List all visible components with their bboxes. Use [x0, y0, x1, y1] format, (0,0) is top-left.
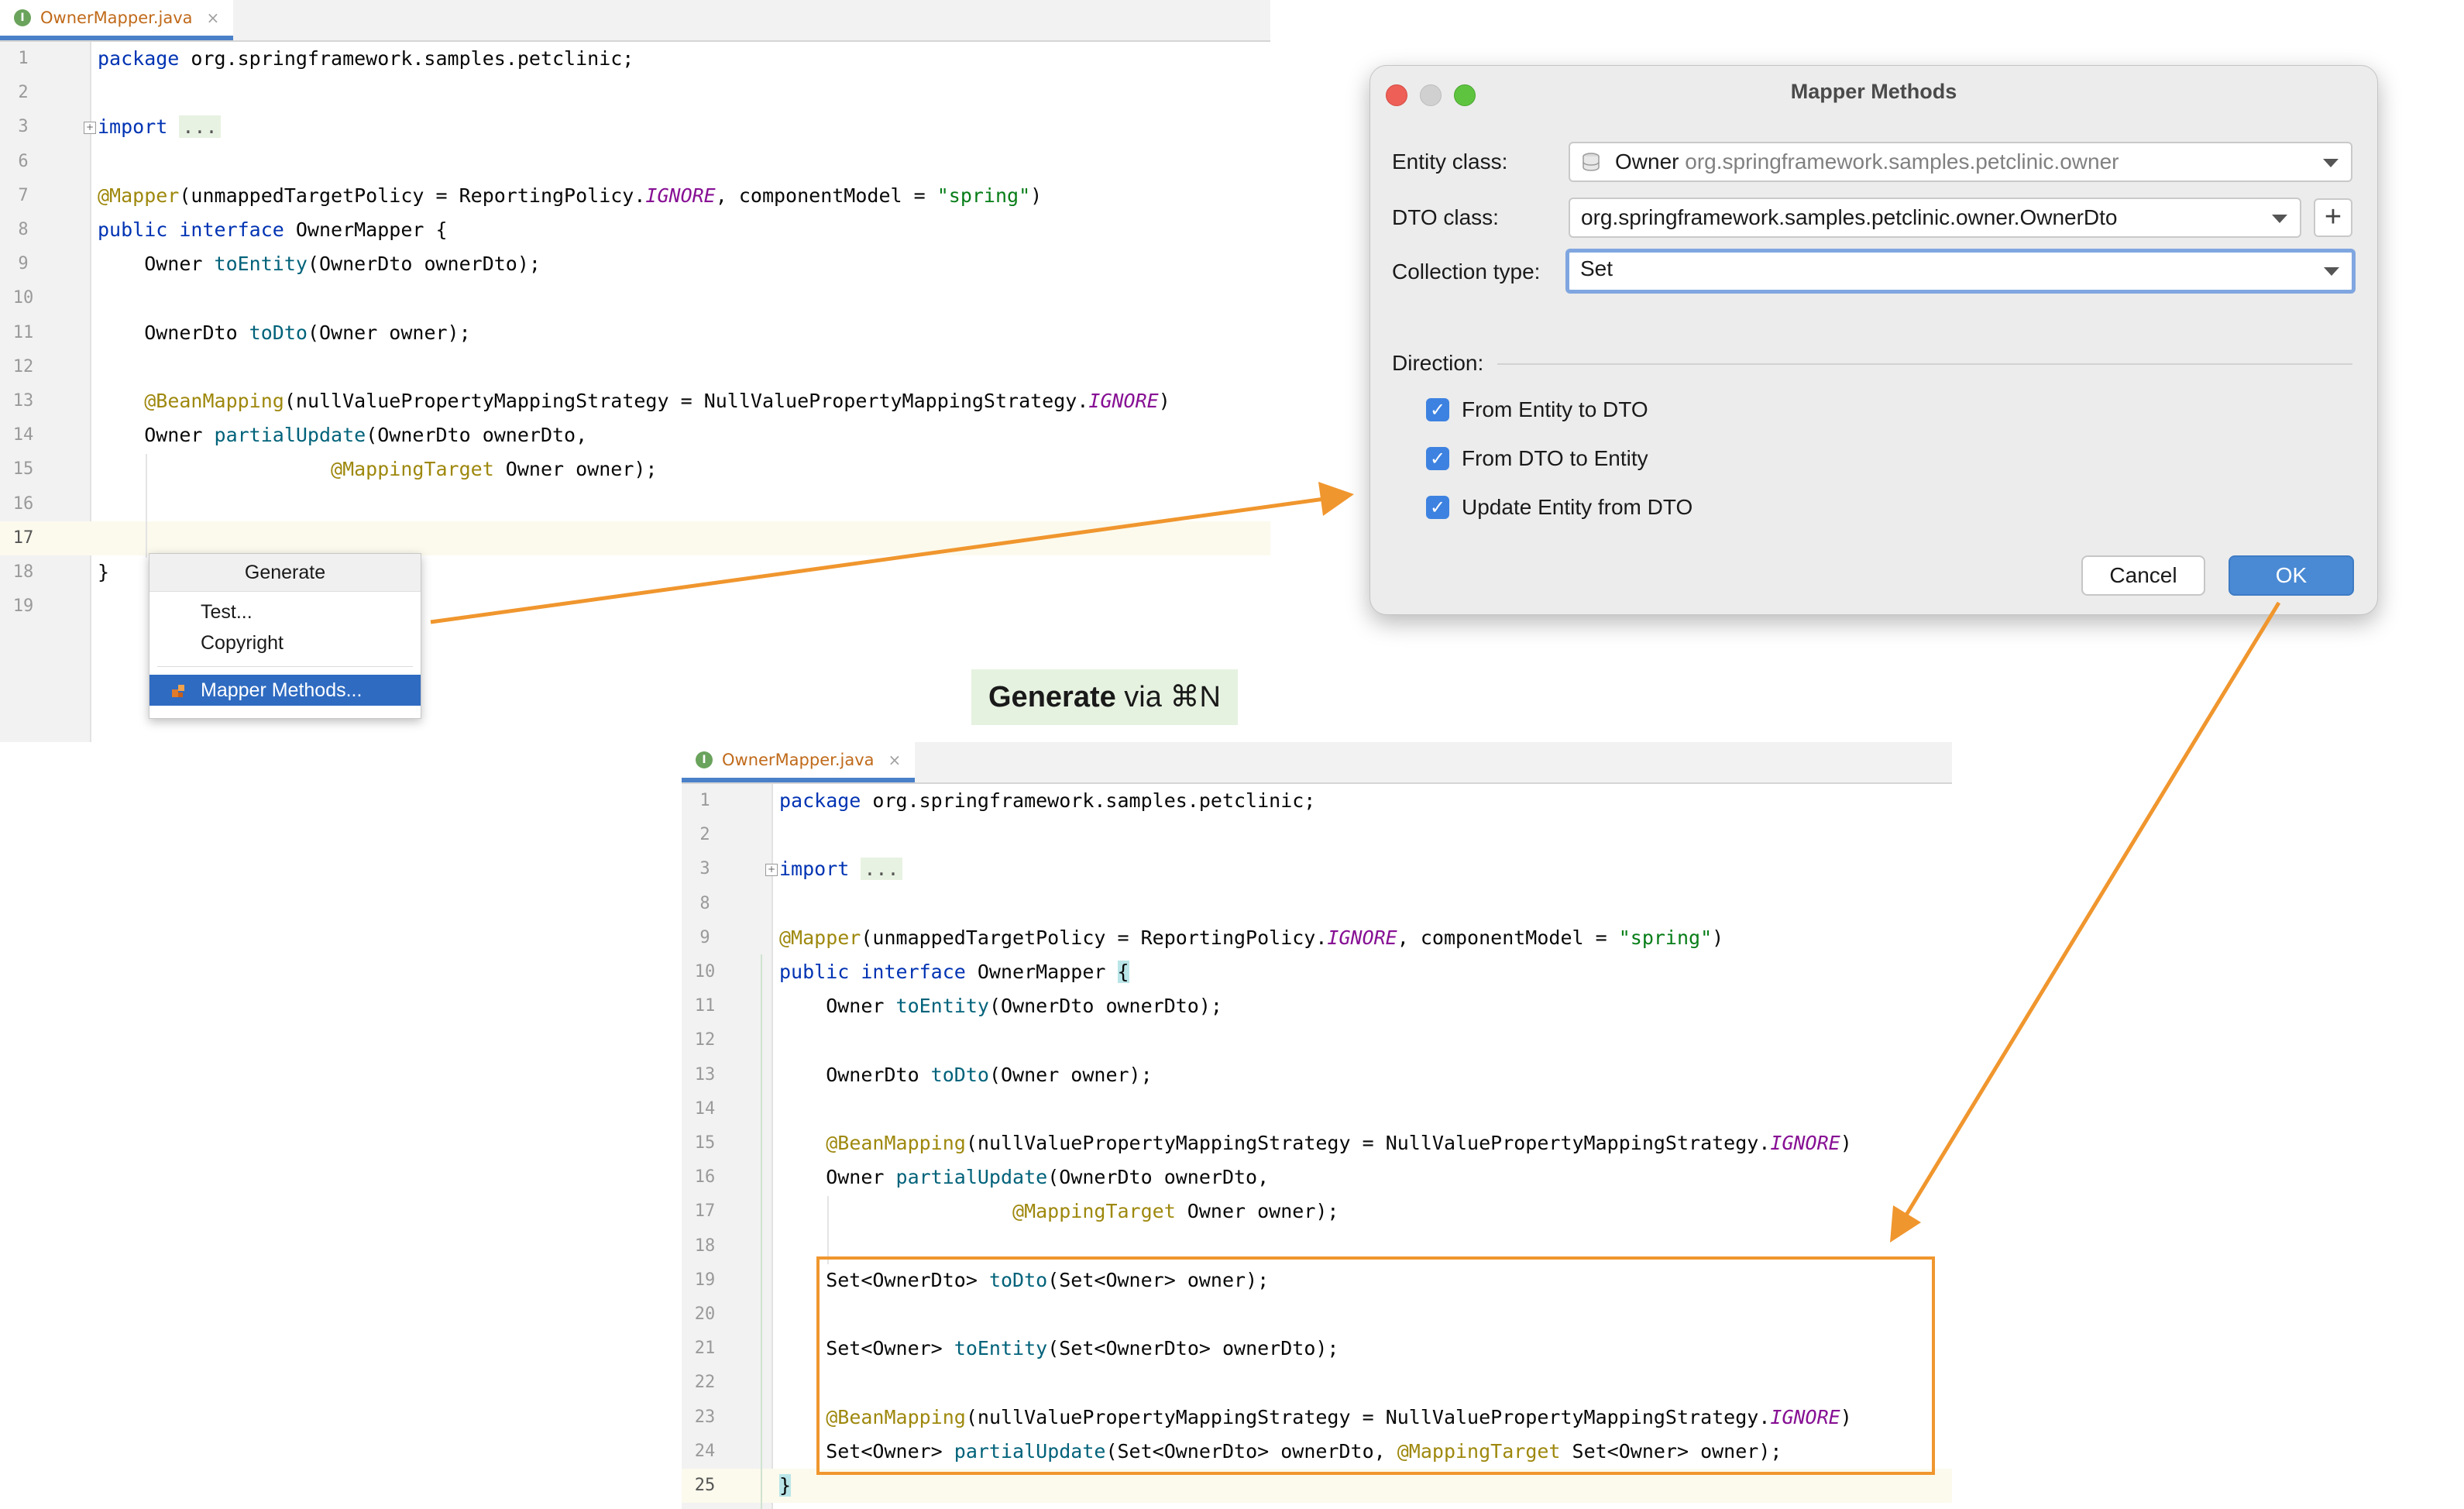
- flow-arrows: [430, 482, 2281, 1243]
- arrow-head: [1890, 1205, 1921, 1243]
- arrow-menu-to-dialog: [430, 497, 1325, 624]
- arrow-ok-to-code: [1903, 601, 2281, 1218]
- arrow-head: [1318, 482, 1354, 516]
